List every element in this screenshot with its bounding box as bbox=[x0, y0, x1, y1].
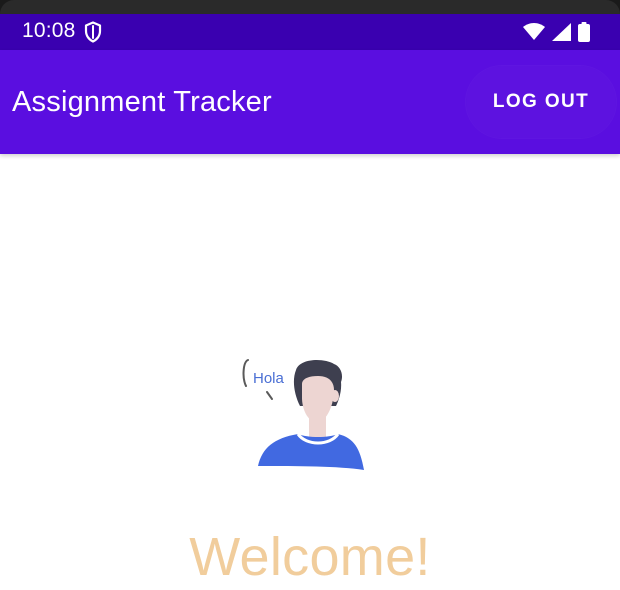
status-icons bbox=[522, 22, 590, 42]
shirt bbox=[258, 434, 364, 470]
app-screen: 10:08 Assignment Tracker LOG OUT Hola We… bbox=[0, 0, 620, 590]
speech-bubble-text: Hola bbox=[253, 370, 285, 387]
status-time: 10:08 bbox=[22, 19, 76, 42]
speech-bubble-bracket bbox=[242, 359, 249, 387]
face bbox=[302, 376, 334, 422]
logout-button[interactable]: LOG OUT bbox=[466, 66, 616, 138]
battery-icon bbox=[578, 22, 590, 42]
ear bbox=[331, 390, 339, 402]
app-bar: Assignment Tracker LOG OUT bbox=[0, 50, 620, 154]
shield-icon bbox=[84, 21, 102, 43]
welcome-text: Welcome! bbox=[189, 527, 431, 587]
device-frame-top bbox=[0, 0, 620, 14]
avatar-illustration: Hola bbox=[242, 359, 364, 470]
status-bar: 10:08 bbox=[0, 14, 620, 50]
signal-icon bbox=[552, 23, 571, 41]
speech-bubble-tail bbox=[266, 391, 273, 400]
neck bbox=[309, 416, 326, 438]
wifi-icon bbox=[523, 23, 545, 40]
app-title: Assignment Tracker bbox=[12, 86, 272, 118]
device-frame-corner bbox=[0, 0, 620, 14]
